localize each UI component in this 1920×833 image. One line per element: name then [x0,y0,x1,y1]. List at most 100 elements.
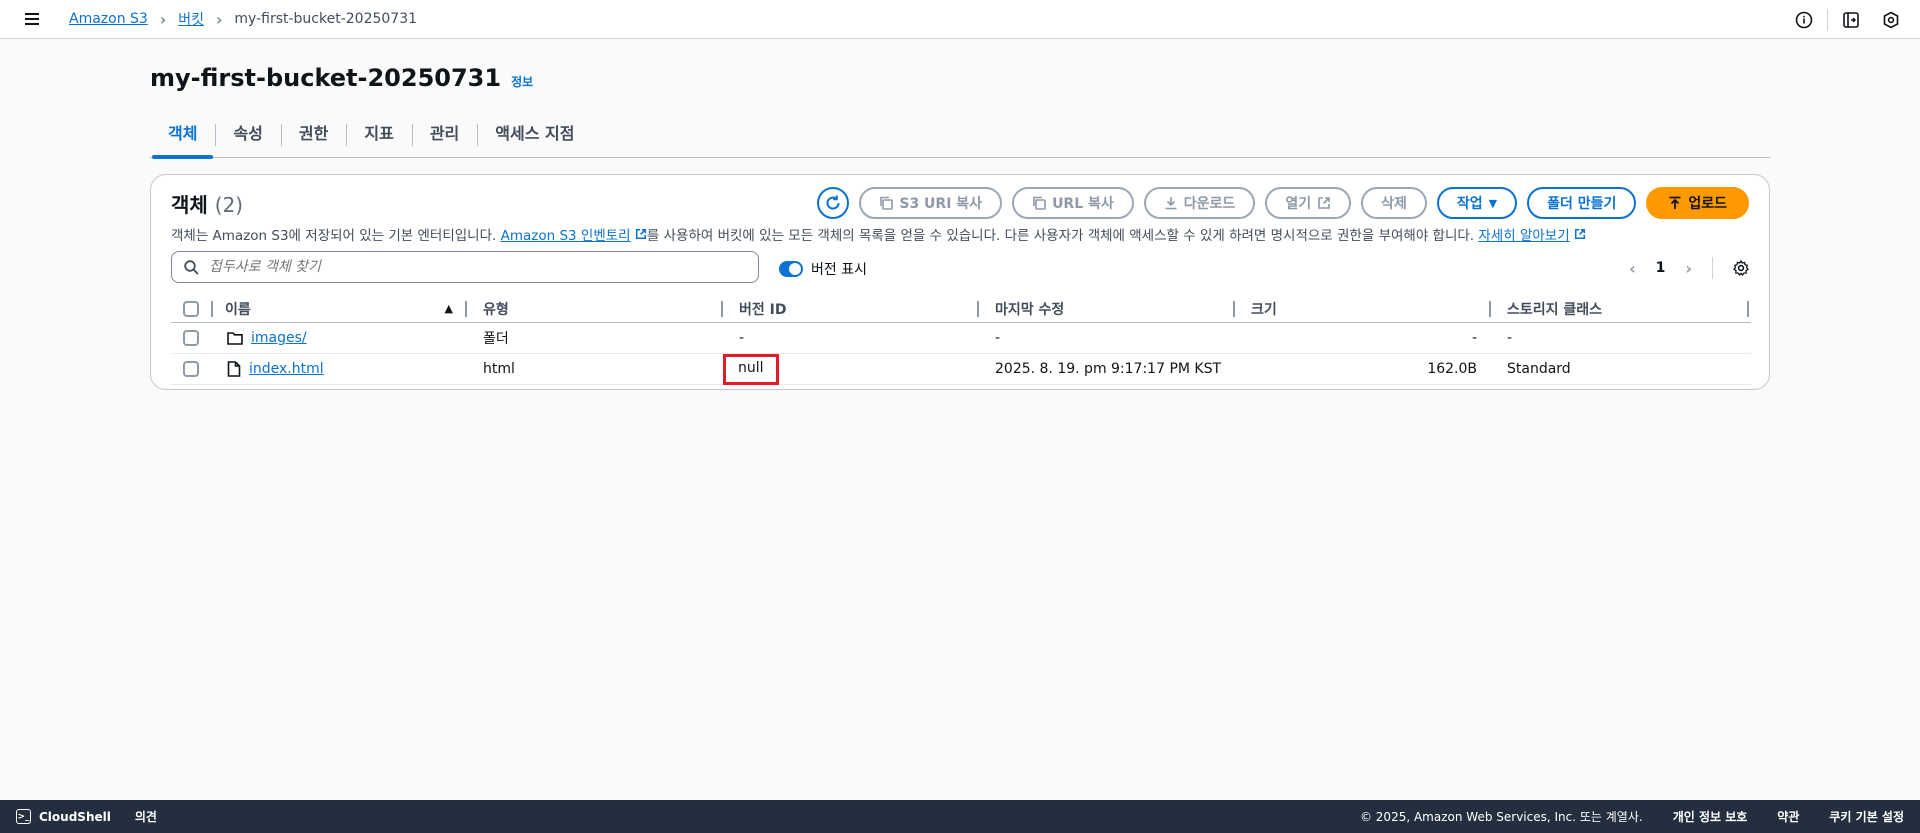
open-label: 열기 [1285,196,1312,212]
chevron-left-icon[interactable]: ‹ [1629,259,1636,278]
copy-icon [880,196,894,210]
objects-table: 이름 ▲ 유형 버전 ID 마지막 수정 크기 스토리지 클래스 images/… [171,295,1751,385]
learn-more-link[interactable]: 자세히 알아보기 [1478,228,1569,244]
row-select-cell [183,354,199,384]
highlighted-version-id: null [723,353,779,385]
info-link[interactable]: 정보 [511,73,533,90]
header-size-label: 크기 [1251,301,1277,318]
header-name-label: 이름 [225,301,251,318]
version-cell: - [739,330,745,346]
open-button[interactable]: 열기 [1265,187,1352,219]
object-link[interactable]: images/ [251,330,307,346]
objects-count: (2) [214,193,244,217]
tab-properties[interactable]: 속성 [215,118,280,158]
header-size[interactable]: 크기 [1235,295,1491,322]
actions-label: 작업 [1456,196,1483,212]
external-link-icon [1318,197,1330,209]
objects-description: 객체는 Amazon S3에 저장되어 있는 기본 엔터티입니다. Amazon… [171,224,1586,244]
table-row: index.html html null 2025. 8. 19. pm 9:1… [171,353,1751,385]
pagination: ‹ 1 › [1629,257,1749,279]
chevron-right-icon: › [159,9,167,29]
breadcrumb: Amazon S3 › 버킷 › my-first-bucket-2025073… [69,9,417,29]
tab-management[interactable]: 관리 [411,118,477,158]
objects-title-text: 객체 [171,193,208,217]
row-checkbox[interactable] [183,330,199,346]
object-link[interactable]: index.html [249,361,324,377]
top-icons [1795,9,1900,31]
tab-objects[interactable]: 객체 [150,118,215,159]
panel-icon[interactable] [1842,11,1860,29]
download-button[interactable]: 다운로드 [1143,187,1256,219]
tab-metrics[interactable]: 지표 [346,118,411,158]
caret-down-icon: ▼ [1488,196,1498,210]
actions-toolbar: S3 URI 복사 URL 복사 다운로드 열기 삭제 작업 ▼ 폴더 만들기 … [817,187,1749,219]
header-type[interactable]: 유형 [467,295,723,322]
objects-title: 객체 (2) [171,189,243,218]
tab-permissions[interactable]: 권한 [280,118,346,158]
actions-dropdown-button[interactable]: 작업 ▼ [1436,187,1518,219]
create-folder-button[interactable]: 폴더 만들기 [1527,187,1637,219]
breadcrumb-current: my-first-bucket-20250731 [234,11,418,27]
tab-bar: 객체 속성 권한 지표 관리 액세스 지점 [150,118,1770,159]
modified-cell: - [995,330,1001,346]
delete-label: 삭제 [1381,196,1407,212]
copy-icon [1033,196,1046,210]
info-icon[interactable] [1795,11,1813,29]
refresh-button[interactable] [817,187,850,219]
page-number[interactable]: 1 [1656,260,1666,276]
create-folder-label: 폴더 만들기 [1547,196,1617,212]
name-cell: index.html [227,354,324,384]
copy-url-button[interactable]: URL 복사 [1012,187,1134,219]
toggle-switch[interactable] [779,261,803,277]
download-label: 다운로드 [1183,196,1236,212]
copy-s3-uri-label: S3 URI 복사 [899,196,983,212]
terms-link[interactable]: 약관 [1777,808,1799,825]
download-icon [1165,197,1177,210]
search-box [171,251,759,283]
header-version-label: 버전 ID [739,301,787,318]
settings-hex-icon[interactable] [1882,11,1900,29]
header-version-id[interactable]: 버전 ID [723,295,979,322]
header-storage-label: 스토리지 클래스 [1507,301,1603,318]
inventory-link[interactable]: Amazon S3 인벤토리 [501,228,631,244]
gear-icon[interactable] [1733,260,1749,276]
menu-icon[interactable] [25,13,39,25]
cookie-preferences-link[interactable]: 쿠키 기본 설정 [1829,808,1904,825]
cloudshell-label: CloudShell [39,809,111,824]
copy-s3-uri-button[interactable]: S3 URI 복사 [859,187,1003,219]
description-text-2: 를 사용하여 버킷에 있는 모든 객체의 목록을 얻을 수 있습니다. 다른 사… [646,228,1475,244]
feedback-link[interactable]: 의견 [135,808,157,825]
breadcrumb-amazon-s3[interactable]: Amazon S3 [69,11,148,27]
version-cell: null [723,353,779,385]
size-cell: - [1471,330,1477,346]
select-all-checkbox[interactable] [183,300,199,317]
search-icon [184,259,199,275]
tab-access-points[interactable]: 액세스 지점 [477,118,592,158]
delete-button[interactable]: 삭제 [1361,187,1427,219]
size-cell: 162.0B [1427,361,1477,377]
chevron-right-icon: › [216,9,223,29]
upload-label: 업로드 [1688,196,1727,212]
footer-links: © 2025, Amazon Web Services, Inc. 또는 계열사… [1360,808,1904,825]
row-select-cell [183,323,199,353]
version-toggle[interactable]: 버전 표시 [779,259,867,279]
upload-icon [1669,196,1681,209]
cloudshell-button[interactable]: >_ CloudShell [16,809,111,824]
modified-cell: 2025. 8. 19. pm 9:17:17 PM KST [995,361,1222,377]
privacy-link[interactable]: 개인 정보 보호 [1673,808,1748,825]
header-name[interactable]: 이름 ▲ [213,295,467,322]
header-select-cell [171,295,213,322]
bucket-name: my-first-bucket-20250731 [150,64,502,92]
row-checkbox[interactable] [183,361,199,377]
breadcrumb-buckets[interactable]: 버킷 [178,9,204,29]
header-last-modified[interactable]: 마지막 수정 [979,295,1235,322]
sort-ascending-icon[interactable]: ▲ [445,302,453,315]
copyright-text: © 2025, Amazon Web Services, Inc. 또는 계열사… [1359,810,1643,824]
header-storage-class[interactable]: 스토리지 클래스 [1491,295,1749,322]
search-input[interactable] [209,259,709,275]
upload-button[interactable]: 업로드 [1646,187,1749,219]
storage-cell: Standard [1507,361,1571,377]
refresh-icon [826,195,840,210]
chevron-right-icon[interactable]: › [1685,259,1692,278]
table-header: 이름 ▲ 유형 버전 ID 마지막 수정 크기 스토리지 클래스 [171,295,1751,323]
